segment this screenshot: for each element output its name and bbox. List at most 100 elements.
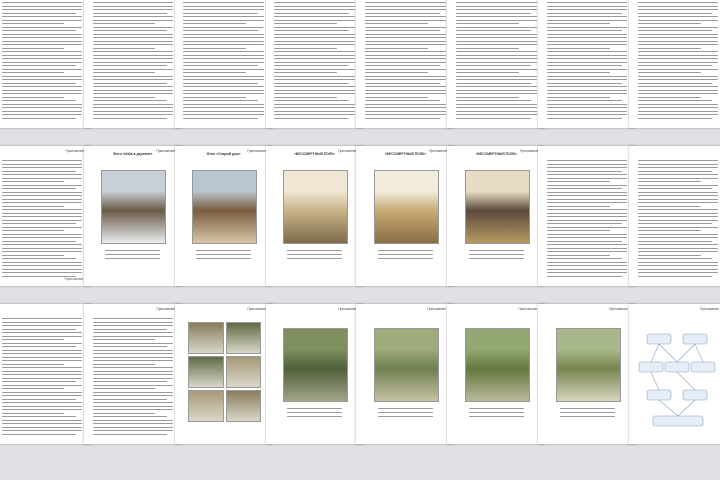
text-line <box>365 114 446 116</box>
text-line <box>92 423 173 425</box>
text-line <box>92 2 173 4</box>
text-line <box>547 72 610 74</box>
document-page[interactable]: Приложение 12 <box>538 304 637 444</box>
text-line <box>274 58 355 60</box>
document-page[interactable]: Приложение 6 «БЕССМЕРТНЫЙ ПОЛК» <box>447 146 546 286</box>
document-page[interactable] <box>83 0 182 128</box>
text-line <box>547 58 628 60</box>
text-line <box>547 268 628 270</box>
text-line <box>92 381 168 383</box>
document-page[interactable] <box>356 0 455 128</box>
text-line <box>1 339 65 341</box>
document-page[interactable]: Приложение 1 Приложение 2 <box>0 146 91 286</box>
text-line <box>456 33 537 35</box>
document-page[interactable] <box>174 0 273 128</box>
document-page[interactable]: Приложение 7 <box>83 304 182 444</box>
text-line <box>1 240 77 242</box>
text-line <box>547 181 610 183</box>
text-line <box>1 47 65 49</box>
text-line <box>365 33 446 35</box>
text-line <box>1 26 83 28</box>
text-line <box>547 33 628 35</box>
text-line <box>377 258 433 260</box>
text-line <box>547 23 610 25</box>
diagram-connector <box>676 371 696 391</box>
collage-photo <box>225 322 261 354</box>
text-line <box>377 408 433 410</box>
page-title: «БЕССМЕРТНЫЙ ПОЛК» <box>293 152 336 156</box>
document-page[interactable]: Приложение 8 <box>174 304 273 444</box>
text-line <box>92 426 173 428</box>
text-line <box>92 86 173 88</box>
text-line <box>547 103 628 105</box>
text-line <box>547 177 628 179</box>
document-page[interactable] <box>538 146 637 286</box>
text-line <box>183 61 264 63</box>
text-line <box>637 177 719 179</box>
text-line <box>456 51 537 53</box>
document-page[interactable]: Приложение 2 Фото «Изба в деревне» <box>83 146 182 286</box>
document-page[interactable]: Приложение 3 Фото «Старый дом» <box>174 146 273 286</box>
text-line <box>637 265 719 267</box>
document-page[interactable]: Приложение 5 «БЕССМЕРТНЫЙ ПОЛК» <box>356 146 455 286</box>
text-line <box>637 230 701 232</box>
text-line <box>1 188 77 190</box>
text-line <box>1 349 83 351</box>
document-page[interactable] <box>629 146 720 286</box>
diagram-box <box>682 333 708 345</box>
text-line <box>456 26 537 28</box>
document-page[interactable]: Глава 2. Полевые исследования <box>265 0 364 128</box>
text-line <box>637 233 719 235</box>
text-line <box>183 68 264 70</box>
text-line <box>1 195 83 197</box>
text-line <box>92 79 173 81</box>
document-page[interactable] <box>629 0 720 128</box>
text-line <box>547 167 628 169</box>
text-line <box>637 191 719 193</box>
text-line <box>1 44 83 46</box>
text-line <box>274 5 355 7</box>
text-line <box>183 54 264 56</box>
document-page[interactable]: Приложение 10 <box>356 304 455 444</box>
text-line <box>274 37 355 39</box>
text-line <box>1 191 83 193</box>
text-line <box>1 167 83 169</box>
text-line <box>637 40 719 42</box>
text-line <box>274 100 349 102</box>
document-page[interactable]: Приложение 4 «БЕССМЕРТНЫЙ ПОЛК» <box>265 146 364 286</box>
text-line <box>637 198 719 200</box>
text-line <box>547 30 622 32</box>
document-page[interactable] <box>538 0 637 128</box>
text-line <box>547 219 628 221</box>
text-line <box>92 61 173 63</box>
text-line <box>1 75 83 77</box>
document-page[interactable] <box>0 0 91 128</box>
text-line <box>1 328 77 330</box>
text-line <box>1 117 77 119</box>
text-line <box>637 23 701 25</box>
document-page[interactable]: Приложение 9 <box>265 304 364 444</box>
diagram <box>638 333 716 427</box>
text-line <box>637 16 719 18</box>
photo <box>192 170 257 244</box>
text-line <box>1 419 83 421</box>
text-line <box>547 261 628 263</box>
text-line <box>456 72 519 74</box>
text-line <box>1 254 65 256</box>
document-page[interactable]: Приложение 13 <box>629 304 720 444</box>
document-page[interactable] <box>0 304 91 444</box>
text-line <box>365 117 440 119</box>
document-page[interactable] <box>447 0 546 128</box>
diagram-connector <box>694 343 704 363</box>
text-line <box>1 68 83 70</box>
text-line <box>637 51 719 53</box>
text-line <box>637 212 719 214</box>
text-line <box>547 195 628 197</box>
text-line <box>1 391 83 393</box>
text-line <box>1 30 77 32</box>
text-line <box>1 33 83 35</box>
document-page[interactable]: Приложение 11 <box>447 304 546 444</box>
text-line <box>547 89 628 91</box>
text-line <box>92 419 173 421</box>
text-line <box>1 237 83 239</box>
